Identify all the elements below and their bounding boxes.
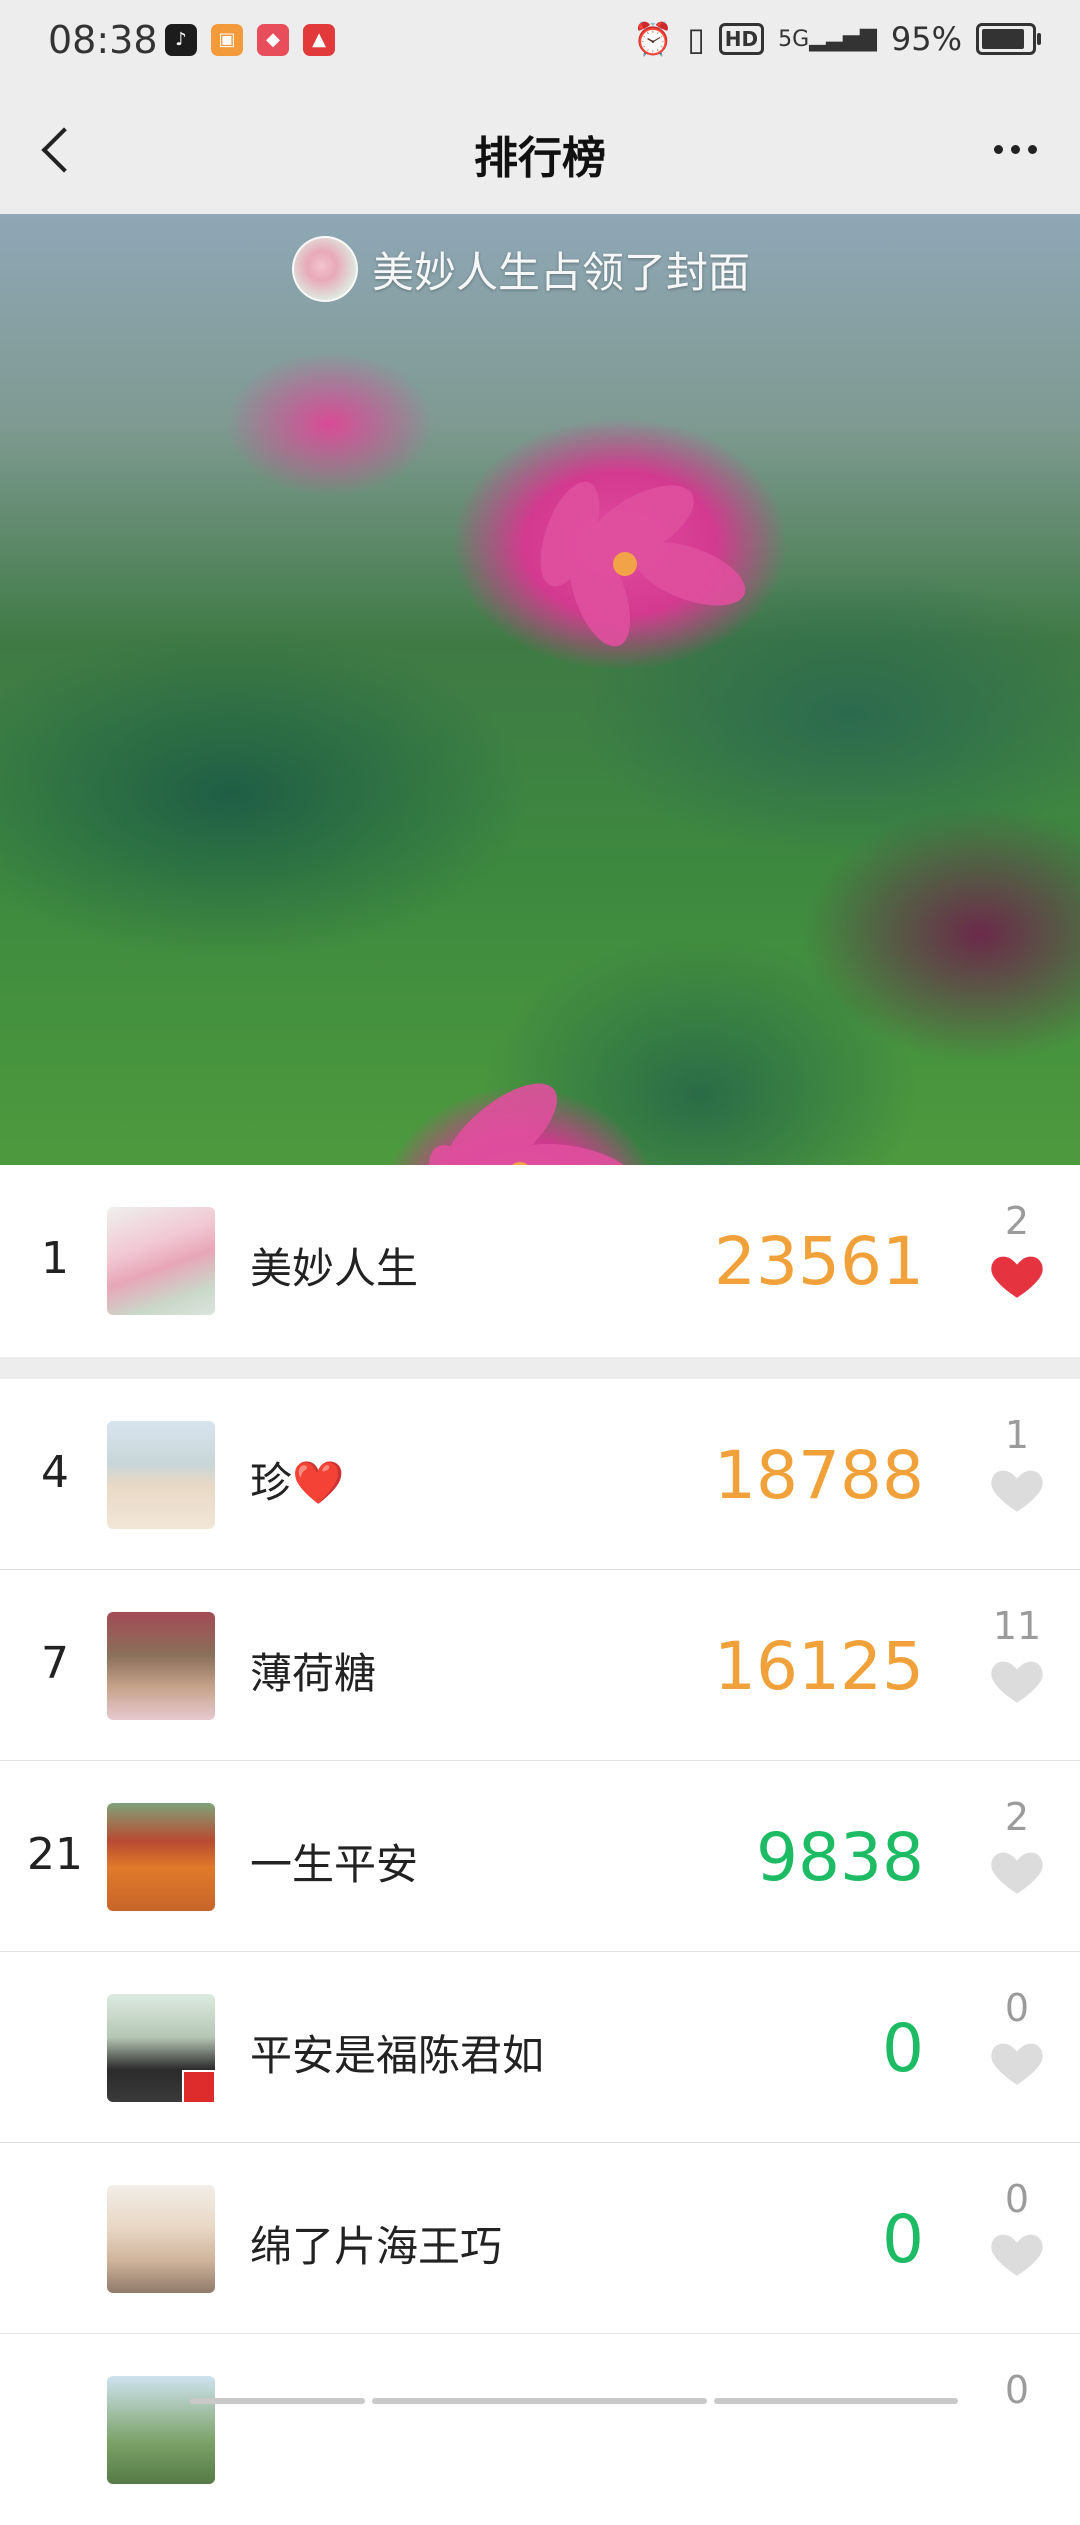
section-gap <box>0 1357 1080 1379</box>
status-right: ⏰ ▯ HD 5G▂▃▅▇ 95% <box>633 20 1041 58</box>
step-count: 18788 <box>714 1437 924 1514</box>
vibrate-icon: ▯ <box>687 20 705 58</box>
status-time: 08:38 <box>48 18 158 62</box>
like-area[interactable]: 2 <box>978 1795 1056 1901</box>
more-dot-icon <box>993 144 1003 154</box>
heart-icon[interactable] <box>988 2225 1046 2283</box>
flag-badge-icon <box>182 2070 216 2104</box>
heart-emoji: ❤️ <box>292 1458 345 1507</box>
avatar[interactable] <box>107 1803 215 1911</box>
user-name: 平安是福陈君如 <box>250 2031 545 2080</box>
list-item[interactable]: 7 薄荷糖 16125 11 <box>0 1570 1080 1761</box>
avatar[interactable] <box>107 2376 215 2484</box>
like-area[interactable]: 2 <box>978 1199 1056 1305</box>
alarm-icon: ⏰ <box>633 20 674 58</box>
like-count: 0 <box>1004 2177 1030 2221</box>
cover-caption: 美妙人生占领了封面 <box>292 236 750 302</box>
nav-bar: 排行榜 <box>0 84 1080 214</box>
avatar[interactable] <box>107 1612 215 1720</box>
avatar[interactable] <box>107 1207 215 1315</box>
rank-number: 7 <box>41 1638 69 1689</box>
heart-icon[interactable] <box>988 1843 1046 1901</box>
rank-number: 1 <box>41 1233 69 1284</box>
status-bar: 08:38 ♪ ▣ ◆ ▲ ⏰ ▯ HD 5G▂▃▅▇ 95% <box>0 0 1080 84</box>
like-count: 0 <box>1004 2368 1030 2412</box>
heart-icon[interactable] <box>988 1247 1046 1305</box>
rank-number: 21 <box>27 1829 83 1880</box>
network-label: 5G <box>778 26 810 52</box>
battery-fill <box>982 29 1024 49</box>
more-dot-icon <box>1010 144 1020 154</box>
user-name-text: 珍 <box>250 1458 293 1507</box>
flower-illustration <box>429 481 746 1165</box>
step-count: 0 <box>882 2201 924 2278</box>
heart-icon[interactable] <box>988 1461 1046 1519</box>
heart-icon[interactable] <box>988 1652 1046 1710</box>
like-area[interactable]: 0 <box>978 2368 1056 2412</box>
cover-caption-text: 美妙人生占领了封面 <box>372 247 751 297</box>
list-item[interactable]: 绵了片海王巧 0 0 <box>0 2143 1080 2334</box>
hd-badge: HD <box>718 23 765 55</box>
scroll-indicator <box>190 2398 365 2404</box>
notification-icons: ♪ ▣ ◆ ▲ <box>165 24 335 56</box>
rank-number: 4 <box>41 1447 69 1498</box>
like-count: 11 <box>992 1604 1042 1648</box>
signal-icon: 5G▂▃▅▇ <box>778 26 877 52</box>
avatar[interactable] <box>107 1421 215 1529</box>
app-icon-1: ▣ <box>211 24 243 56</box>
list-item[interactable]: 平安是福陈君如 0 0 <box>0 1952 1080 2143</box>
cover-owner-avatar <box>292 236 358 302</box>
page-title: 排行榜 <box>474 133 606 184</box>
step-count: 9838 <box>756 1819 924 1896</box>
list-item[interactable]: 0 <box>0 2334 1080 2525</box>
user-name: 珍❤️ <box>250 1449 344 1510</box>
list-item[interactable]: 4 珍❤️ 18788 1 <box>0 1379 1080 1570</box>
like-count: 2 <box>1004 1199 1030 1243</box>
like-area[interactable]: 0 <box>978 2177 1056 2283</box>
like-count: 1 <box>1004 1413 1030 1457</box>
scroll-indicator <box>372 2398 707 2404</box>
more-button[interactable] <box>980 124 1050 174</box>
like-count: 0 <box>1004 1986 1030 2030</box>
my-rank-row[interactable]: 1 美妙人生 23561 2 <box>0 1165 1080 1357</box>
user-name: 美妙人生 <box>250 1244 419 1293</box>
like-area[interactable]: 0 <box>978 1986 1056 2092</box>
step-count: 0 <box>882 2010 924 2087</box>
user-name: 一生平安 <box>250 1840 419 1889</box>
heart-icon[interactable] <box>988 2034 1046 2092</box>
more-dot-icon <box>1027 144 1037 154</box>
app-icon-2: ◆ <box>257 24 289 56</box>
step-count: 23561 <box>714 1223 924 1300</box>
like-count: 2 <box>1004 1795 1030 1839</box>
cover-image[interactable]: 美妙人生占领了封面 <box>0 214 1080 1165</box>
app-icon-3: ▲ <box>303 24 335 56</box>
battery-percent: 95% <box>890 20 962 58</box>
step-count: 16125 <box>714 1628 924 1705</box>
scroll-indicator <box>714 2398 958 2404</box>
user-name: 薄荷糖 <box>250 1649 377 1698</box>
like-area[interactable]: 1 <box>978 1413 1056 1519</box>
avatar[interactable] <box>107 2185 215 2293</box>
battery-icon <box>976 23 1041 55</box>
tiktok-icon: ♪ <box>165 24 197 56</box>
user-name: 绵了片海王巧 <box>250 2222 503 2271</box>
list-item[interactable]: 21 一生平安 9838 2 <box>0 1761 1080 1952</box>
ranking-list: 4 珍❤️ 18788 1 7 薄荷糖 16125 11 21 一生平安 983… <box>0 1379 1080 2525</box>
like-area[interactable]: 11 <box>978 1604 1056 1710</box>
